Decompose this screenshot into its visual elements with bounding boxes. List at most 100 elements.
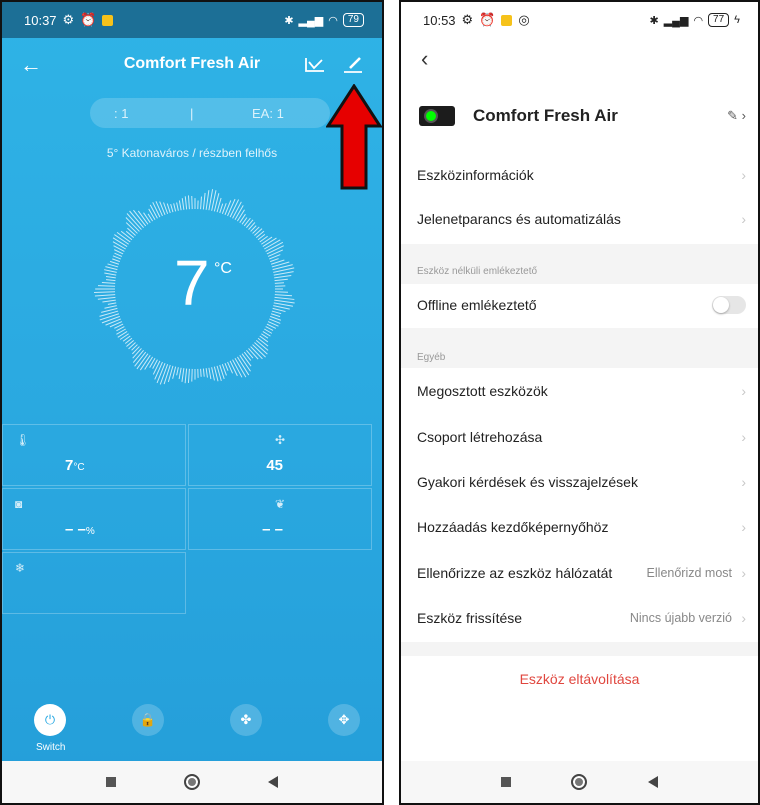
right-phone-screen: 10:53 ⚙ ⏰ ◎ ✱ ▂▄▆ ◠ 77 ϟ ‹ Comfort Fresh…: [399, 0, 760, 805]
chevron-right-icon: ›: [741, 610, 746, 626]
sensor-cell-fan-speed: ✣ 45: [188, 424, 372, 486]
dial-tick: [274, 274, 292, 279]
dial-tick: [148, 208, 156, 220]
dial-tick: [159, 364, 169, 385]
menu-label: Gyakori kérdések és visszajelzések: [417, 474, 638, 490]
dial-tick: [114, 252, 123, 257]
dial-tick: [120, 230, 133, 241]
dial-tick: [173, 203, 177, 212]
dial-tick: [274, 299, 295, 304]
dial-tick: [257, 337, 269, 347]
remove-device-button[interactable]: Eszköz eltávolítása: [401, 656, 758, 702]
offline-reminder-toggle[interactable]: [712, 296, 746, 314]
chart-icon[interactable]: [304, 54, 326, 74]
home-icon[interactable]: [184, 774, 200, 790]
back-arrow-icon[interactable]: ←: [20, 52, 42, 78]
sensor-air-value: – –: [262, 521, 283, 538]
counter-right: EA: 1: [252, 105, 284, 121]
edit-pencil-icon[interactable]: [342, 54, 364, 74]
menu-device-update[interactable]: Eszköz frissítése Nincs újabb verzió ›: [401, 597, 758, 639]
power-button[interactable]: ⏻: [34, 704, 66, 736]
signal-icon: ▂▄▆: [298, 14, 324, 27]
dial-tick: [181, 198, 185, 210]
dial-tick: [97, 296, 116, 300]
dial-tick: [176, 202, 179, 211]
dial-tick: [187, 368, 190, 383]
dial-tick: [155, 201, 163, 217]
dial-tick: [236, 209, 245, 222]
control-bar: ⏻ 🔒 ✤ ✥ Switch: [2, 696, 382, 766]
red-arrow-annotation: [326, 84, 382, 190]
chevron-right-icon: ›: [741, 383, 746, 399]
menu-add-to-home[interactable]: Hozzáadás kezdőképernyőhöz ›: [401, 506, 758, 548]
camera-notification-icon: ◎: [518, 12, 530, 27]
dial-tick: [200, 368, 202, 377]
menu-shared-devices[interactable]: Megosztott eszközök ›: [401, 370, 758, 412]
thermometer-icon: 🌡: [15, 433, 31, 447]
dial-tick: [219, 203, 224, 214]
update-status-value: Nincs újabb verzió: [629, 611, 732, 625]
dial-tick: [205, 368, 208, 378]
signal-icon: ▂▄▆: [663, 14, 689, 27]
menu-label: Offline emlékeztető: [417, 297, 537, 313]
chevron-right-icon: ›: [741, 474, 746, 490]
recent-apps-icon[interactable]: [501, 777, 512, 787]
menu-faq-feedback[interactable]: Gyakori kérdések és visszajelzések ›: [401, 461, 758, 503]
dial-tick: [172, 366, 177, 379]
wifi-icon: ◠: [328, 14, 338, 27]
sensor-fan-value: 45: [266, 457, 283, 474]
dial-tick: [107, 263, 119, 268]
dial-tick: [99, 313, 120, 321]
dial-tick: [184, 368, 188, 384]
recent-apps-icon[interactable]: [106, 777, 116, 787]
dial-tick: [144, 356, 154, 370]
sensor-cell-air-quality: ❦ – –: [188, 488, 372, 550]
sensor-humidity-value: – –: [65, 521, 86, 538]
menu-label: Eszközinformációk: [417, 167, 534, 183]
dial-tick: [243, 351, 252, 361]
gear-icon: ⚙: [461, 12, 474, 27]
sensor-cell-humidity: ◙ – –%: [2, 488, 186, 550]
dial-tick: [273, 305, 290, 310]
home-icon[interactable]: [571, 774, 588, 790]
status-time: 10:53: [423, 12, 456, 28]
back-icon[interactable]: [268, 776, 278, 788]
dial-tick: [184, 196, 188, 210]
menu-scene-automation[interactable]: Jelenetparancs és automatizálás ›: [401, 198, 758, 240]
menu-check-network[interactable]: Ellenőrizze az eszköz hálózatát Ellenőri…: [401, 552, 758, 594]
dial-tick: [273, 302, 294, 307]
section-header-offline: Eszköz nélküli emlékeztető: [401, 244, 758, 284]
dial-tick: [261, 236, 273, 245]
back-chevron-icon[interactable]: ‹: [421, 46, 428, 72]
dial-tick: [131, 346, 140, 355]
menu-device-info[interactable]: Eszközinformációk ›: [401, 154, 758, 196]
dial-tick: [112, 241, 126, 250]
fan-mode-button[interactable]: ✤: [230, 704, 262, 736]
camera-icon: ◙: [15, 497, 23, 511]
fan-icon: ✣: [274, 433, 286, 447]
dial-tick: [94, 294, 116, 297]
back-icon[interactable]: [647, 776, 658, 788]
chevron-right-icon: ›: [741, 211, 746, 227]
dial-tick: [93, 291, 116, 294]
dial-tick: [271, 310, 282, 315]
menu-create-group[interactable]: Csoport létrehozása ›: [401, 416, 758, 458]
dial-tick: [101, 281, 116, 284]
dial-tick: [105, 266, 118, 271]
dial-tick: [205, 190, 210, 210]
menu-label: Eszköz frissítése: [417, 610, 523, 626]
sensor-cell-temperature: 🌡 7°C: [2, 424, 186, 486]
edit-name-icon[interactable]: ✎ ›: [727, 108, 746, 124]
dial-tick: [104, 272, 117, 276]
fan-speed-button[interactable]: ✥: [328, 704, 360, 736]
lock-button[interactable]: 🔒: [132, 704, 164, 736]
dial-tick: [163, 364, 171, 385]
app-notification-icon: [102, 14, 114, 26]
battery-icon: 77: [708, 13, 730, 27]
device-name: Comfort Fresh Air: [473, 106, 618, 125]
menu-label: Hozzáadás kezdőképernyőhöz: [417, 519, 609, 535]
dial-tick: [170, 203, 174, 213]
network-check-value: Ellenőrizd most: [646, 566, 732, 580]
dial-tick: [187, 195, 190, 210]
menu-label: Jelenetparancs és automatizálás: [417, 211, 621, 227]
